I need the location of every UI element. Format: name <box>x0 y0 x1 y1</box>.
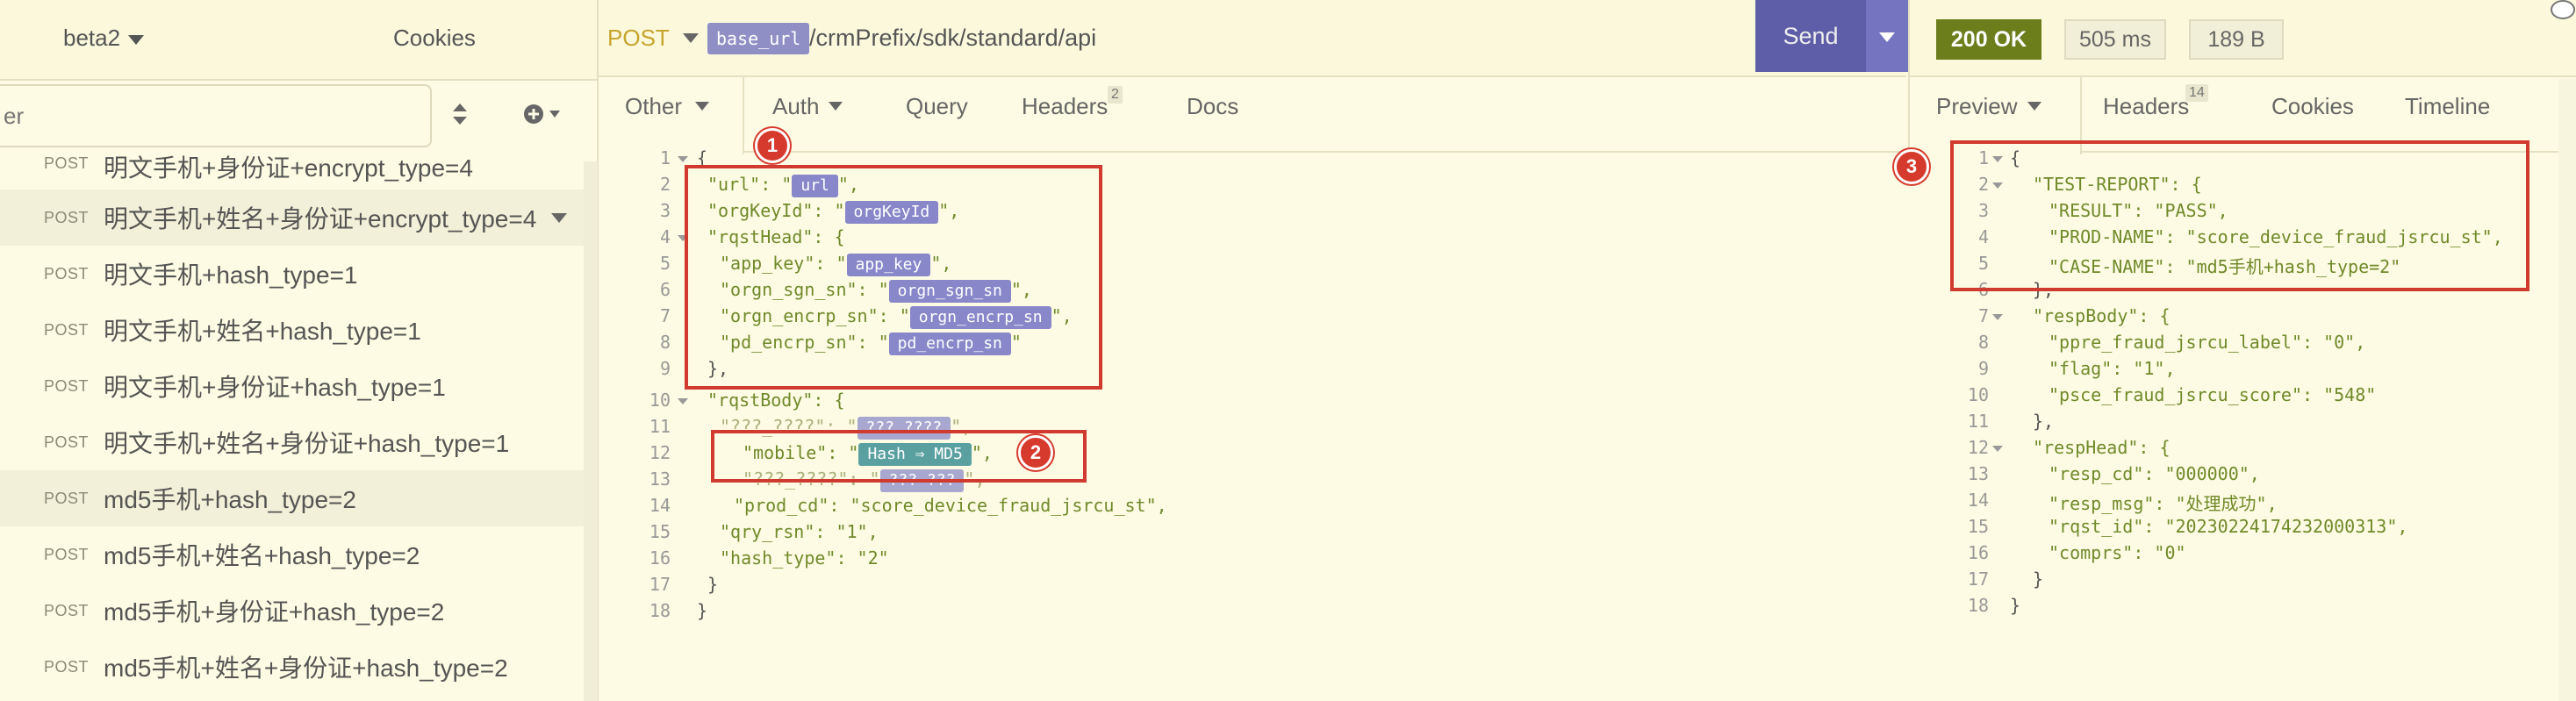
fold-icon[interactable] <box>678 398 688 404</box>
response-headers-count-badge: 14 <box>2185 84 2208 102</box>
method-selector[interactable]: POST <box>607 25 670 52</box>
fold-icon[interactable] <box>1992 446 2003 452</box>
chevron-down-icon[interactable] <box>128 35 144 45</box>
list-item[interactable]: POST md5手机+姓名+身份证+hash_type=2 <box>0 639 584 695</box>
request-name: 明文手机+身份证+hash_type=1 <box>104 374 446 401</box>
environment-selector[interactable]: beta2 <box>63 25 120 52</box>
request-method: POST <box>44 489 90 507</box>
sort-icon[interactable] <box>451 102 469 126</box>
chevron-down-icon[interactable] <box>1879 32 1895 42</box>
filter-input[interactable] <box>0 84 432 147</box>
tab-query[interactable]: Query <box>906 93 968 120</box>
url-variable-tag[interactable]: base_url <box>707 23 810 54</box>
tab-response-headers[interactable]: Headers <box>2103 93 2189 120</box>
request-name: md5手机+hash_type=2 <box>104 486 356 513</box>
fold-icon[interactable] <box>678 156 688 162</box>
list-item[interactable]: POST 明文手机+姓名+身份证+hash_type=1 <box>0 414 584 470</box>
headers-count-badge: 2 <box>1108 86 1123 104</box>
request-method: POST <box>44 208 90 226</box>
tab-docs[interactable]: Docs <box>1187 93 1238 120</box>
add-plus-icon[interactable] <box>523 102 567 126</box>
request-name: 明文手机+姓名+身份证+encrypt_type=4 <box>104 205 537 232</box>
list-item[interactable]: POST 明文手机+姓名+身份证+encrypt_type=4 <box>0 190 584 246</box>
send-button[interactable]: Send <box>1755 0 1866 72</box>
request-method: POST <box>44 264 90 283</box>
annotation-marker-3: 3 <box>1894 149 1929 184</box>
response-size-badge: 189 B <box>2189 19 2284 60</box>
chevron-down-icon[interactable] <box>2027 102 2041 111</box>
chevron-down-icon[interactable] <box>551 212 567 223</box>
annotation-box-1 <box>685 165 1102 390</box>
fold-icon[interactable] <box>1992 314 2003 320</box>
chevron-down-icon[interactable] <box>695 102 709 111</box>
annotation-marker-2: 2 <box>1018 435 1053 470</box>
request-method: POST <box>44 376 90 395</box>
sidebar-scrollbar[interactable] <box>584 161 598 701</box>
request-method: POST <box>44 657 90 676</box>
tab-timeline[interactable]: Timeline <box>2405 93 2490 120</box>
tab-response-cookies[interactable]: Cookies <box>2271 93 2354 120</box>
tab-preview-label[interactable]: Preview <box>1936 93 2017 120</box>
status-badge: 200 OK <box>1936 19 2041 60</box>
response-scrollbar[interactable] <box>2558 79 2576 701</box>
chevron-down-icon[interactable] <box>829 102 843 111</box>
list-item[interactable]: POST 明文手机+hash_type=1 <box>0 246 584 302</box>
request-name: md5手机+姓名+身份证+hash_type=2 <box>104 655 508 682</box>
list-item[interactable]: POST 明文手机+姓名+hash_type=1 <box>0 302 584 358</box>
request-method: POST <box>44 154 90 172</box>
annotation-marker-1: 1 <box>755 128 790 163</box>
request-name: 明文手机+身份证+encrypt_type=4 <box>104 154 473 182</box>
response-time-badge: 505 ms <box>2064 19 2166 60</box>
request-name: md5手机+身份证+hash_type=2 <box>104 598 445 626</box>
request-method: POST <box>44 320 90 339</box>
request-method: POST <box>44 433 90 451</box>
request-method: POST <box>44 545 90 563</box>
tab-headers[interactable]: Headers <box>1022 93 1108 120</box>
request-method: POST <box>44 601 90 619</box>
request-name: 明文手机+姓名+hash_type=1 <box>104 318 421 345</box>
list-item[interactable]: POST 明文手机+身份证+encrypt_type=4 <box>0 144 584 190</box>
tab-other-label[interactable]: Other <box>625 93 682 120</box>
request-name: 明文手机+hash_type=1 <box>104 261 358 289</box>
annotation-box-3 <box>1950 140 2529 291</box>
list-item-active[interactable]: POST md5手机+hash_type=2 <box>0 470 584 526</box>
chevron-down-icon[interactable] <box>683 33 699 43</box>
list-item[interactable]: POST md5手机+姓名+hash_type=2 <box>0 526 584 583</box>
cookies-button[interactable]: Cookies <box>393 25 476 52</box>
request-name: 明文手机+姓名+身份证+hash_type=1 <box>104 430 510 457</box>
request-name: md5手机+姓名+hash_type=2 <box>104 542 420 569</box>
list-item[interactable]: POST md5手机+身份证+hash_type=2 <box>0 583 584 639</box>
tab-auth[interactable]: Auth <box>772 93 820 120</box>
url-input[interactable]: /crmPrefix/sdk/standard/api <box>809 25 1096 52</box>
expand-icon[interactable] <box>2551 0 2575 19</box>
list-item[interactable]: POST 明文手机+身份证+hash_type=1 <box>0 358 584 414</box>
